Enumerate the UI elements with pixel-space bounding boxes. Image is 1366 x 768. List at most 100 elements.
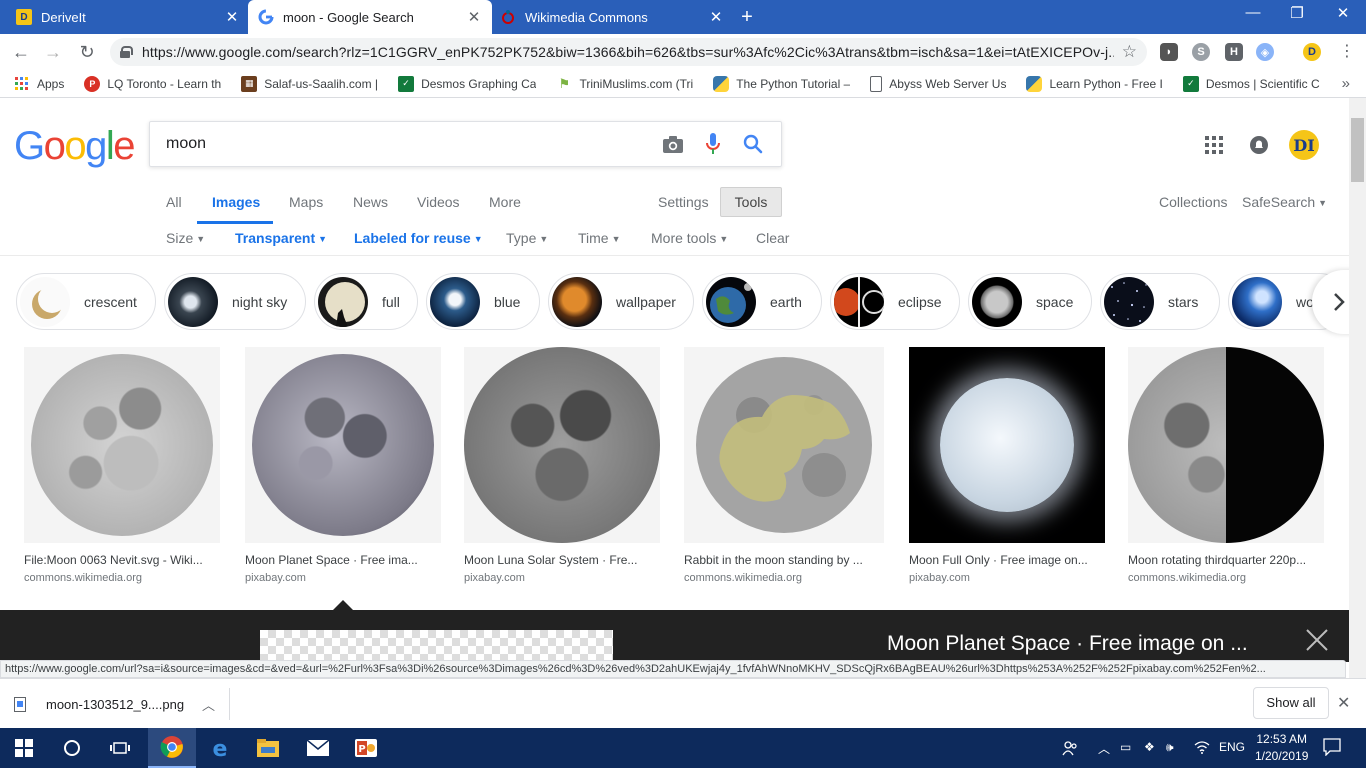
bookmark-desmos-scientific[interactable]: ✓ Desmos | Scientific C: [1182, 75, 1320, 92]
powerpoint-taskbar-icon[interactable]: P: [342, 728, 390, 768]
image-result[interactable]: Moon rotating thirdquarter 220p... commo…: [1128, 347, 1328, 584]
preview-title[interactable]: Moon Planet Space · Free image on ...: [887, 632, 1248, 656]
result-thumbnail[interactable]: [1128, 347, 1324, 543]
google-logo[interactable]: Google: [14, 122, 135, 170]
volume-icon[interactable]: 🕪: [1166, 740, 1174, 755]
chip-earth[interactable]: earth: [702, 273, 822, 330]
image-result[interactable]: Rabbit in the moon standing by ... commo…: [684, 347, 884, 584]
address-bar[interactable]: https://www.google.com/search?rlz=1C1GGR…: [110, 38, 1147, 66]
bookmark-lq-toronto[interactable]: P LQ Toronto - Learn th: [84, 75, 221, 92]
more-bookmarks-icon[interactable]: »: [1342, 75, 1350, 92]
edge-taskbar-icon[interactable]: e: [196, 728, 244, 768]
result-title[interactable]: Moon Luna Solar System · Fre...: [464, 553, 664, 567]
filter-time[interactable]: Time ▼: [578, 230, 621, 246]
filter-color[interactable]: Transparent ▼: [235, 230, 327, 246]
bookmark-desmos-graphing[interactable]: ✓ Desmos Graphing Ca: [398, 75, 536, 92]
page-scrollbar[interactable]: [1349, 98, 1366, 678]
image-result[interactable]: Moon Planet Space · Free ima... pixabay.…: [245, 347, 445, 584]
extension-icon[interactable]: ◈: [1256, 43, 1274, 61]
collections-link[interactable]: Collections: [1159, 194, 1227, 210]
close-preview-icon[interactable]: [1305, 628, 1329, 652]
forward-icon[interactable]: →: [42, 41, 64, 63]
filter-type[interactable]: Type ▼: [506, 230, 548, 246]
result-thumbnail[interactable]: [464, 347, 660, 543]
chip-space[interactable]: space: [968, 273, 1092, 330]
image-result[interactable]: Moon Full Only · Free image on... pixaba…: [909, 347, 1109, 584]
tab-images[interactable]: Images: [212, 194, 260, 210]
filter-more-tools[interactable]: More tools ▼: [651, 230, 728, 246]
tab-all[interactable]: All: [166, 194, 182, 210]
filter-usage-rights[interactable]: Labeled for reuse ▼: [354, 230, 483, 246]
chevron-up-icon[interactable]: ︿: [202, 695, 215, 714]
safesearch-dropdown[interactable]: SafeSearch ▼: [1242, 194, 1327, 210]
people-icon[interactable]: [1062, 740, 1078, 759]
tab-news[interactable]: News: [353, 194, 388, 210]
close-window-icon[interactable]: ✕: [1328, 4, 1358, 22]
tab-videos[interactable]: Videos: [417, 194, 460, 210]
filter-size[interactable]: Size ▼: [166, 230, 205, 246]
tools-button[interactable]: Tools: [720, 187, 782, 217]
clear-filters-link[interactable]: Clear: [756, 230, 789, 246]
search-icon[interactable]: [741, 132, 765, 156]
notifications-icon[interactable]: [1245, 130, 1273, 160]
back-icon[interactable]: ←: [10, 41, 32, 63]
bookmark-learn-python[interactable]: Learn Python - Free I: [1026, 75, 1163, 92]
tab-more[interactable]: More: [489, 194, 521, 210]
result-title[interactable]: Moon Planet Space · Free ima...: [245, 553, 445, 567]
result-title[interactable]: Moon Full Only · Free image on...: [909, 553, 1109, 567]
battery-icon[interactable]: ▭: [1120, 740, 1131, 754]
maximize-icon[interactable]: ❐: [1282, 4, 1312, 22]
preview-image[interactable]: [260, 630, 613, 662]
show-all-downloads-button[interactable]: Show all: [1253, 687, 1329, 719]
action-center-icon[interactable]: [1323, 738, 1341, 759]
chip-full[interactable]: full: [314, 273, 418, 330]
h-extension-icon[interactable]: H: [1225, 43, 1243, 61]
address-url[interactable]: https://www.google.com/search?rlz=1C1GGR…: [142, 44, 1114, 60]
image-result[interactable]: Moon Luna Solar System · Fre... pixabay.…: [464, 347, 664, 584]
profile-avatar-icon[interactable]: D: [1303, 43, 1321, 61]
chip-wallpaper[interactable]: wallpaper: [548, 273, 694, 330]
bookmark-star-icon[interactable]: ☆: [1122, 42, 1137, 62]
chip-eclipse[interactable]: eclipse: [830, 273, 960, 330]
skype-extension-icon[interactable]: S: [1192, 43, 1210, 61]
result-thumbnail[interactable]: [909, 347, 1105, 543]
chip-blue[interactable]: blue: [426, 273, 540, 330]
result-thumbnail[interactable]: [24, 347, 220, 543]
bookmark-salaf[interactable]: ▦ Salaf-us-Saalih.com |: [241, 75, 378, 92]
result-thumbnail[interactable]: [684, 347, 884, 543]
tab-deriveit[interactable]: D DeriveIt ✕: [6, 0, 250, 34]
bookmark-apps[interactable]: Apps: [14, 76, 64, 92]
close-tab-icon[interactable]: ✕: [708, 8, 724, 26]
chrome-taskbar-icon[interactable]: [148, 728, 196, 768]
file-explorer-icon[interactable]: [244, 728, 292, 768]
chip-crescent[interactable]: crescent: [16, 273, 156, 330]
wifi-icon[interactable]: [1194, 740, 1210, 757]
ublock-extension-icon[interactable]: ◗: [1160, 43, 1178, 61]
close-tab-icon[interactable]: ✕: [224, 8, 240, 26]
download-item[interactable]: moon-1303512_9....png ︿: [14, 688, 230, 720]
result-title[interactable]: File:Moon 0063 Nevit.svg - Wiki...: [24, 553, 224, 567]
dropbox-icon[interactable]: ❖: [1144, 740, 1155, 754]
show-hidden-icons-icon[interactable]: ︿: [1098, 740, 1110, 757]
tab-settings[interactable]: Settings: [658, 194, 709, 210]
tab-wikimedia[interactable]: Wikimedia Commons ✕: [490, 0, 734, 34]
search-input[interactable]: moon: [166, 135, 645, 153]
search-box[interactable]: moon: [149, 121, 782, 167]
new-tab-button[interactable]: +: [736, 6, 758, 29]
reload-icon[interactable]: ↻: [76, 41, 98, 63]
bookmark-python-tutorial[interactable]: The Python Tutorial –: [713, 75, 850, 92]
system-clock[interactable]: 12:53 AM 1/20/2019: [1255, 731, 1308, 765]
result-title[interactable]: Rabbit in the moon standing by ...: [684, 553, 884, 567]
scrollbar-thumb[interactable]: [1351, 118, 1364, 182]
mail-taskbar-icon[interactable]: [294, 728, 342, 768]
account-avatar[interactable]: DI: [1288, 130, 1320, 160]
chip-stars[interactable]: stars: [1100, 273, 1220, 330]
image-result[interactable]: File:Moon 0063 Nevit.svg - Wiki... commo…: [24, 347, 224, 584]
chip-night-sky[interactable]: night sky: [164, 273, 306, 330]
close-download-shelf-icon[interactable]: ✕: [1337, 693, 1350, 713]
language-indicator[interactable]: ENG: [1219, 740, 1245, 754]
tab-google-search[interactable]: moon - Google Search ✕: [248, 0, 492, 34]
chrome-menu-icon[interactable]: ⋮: [1336, 41, 1358, 63]
result-thumbnail[interactable]: [245, 347, 441, 543]
bookmark-abyss[interactable]: Abyss Web Server Us: [870, 75, 1006, 92]
